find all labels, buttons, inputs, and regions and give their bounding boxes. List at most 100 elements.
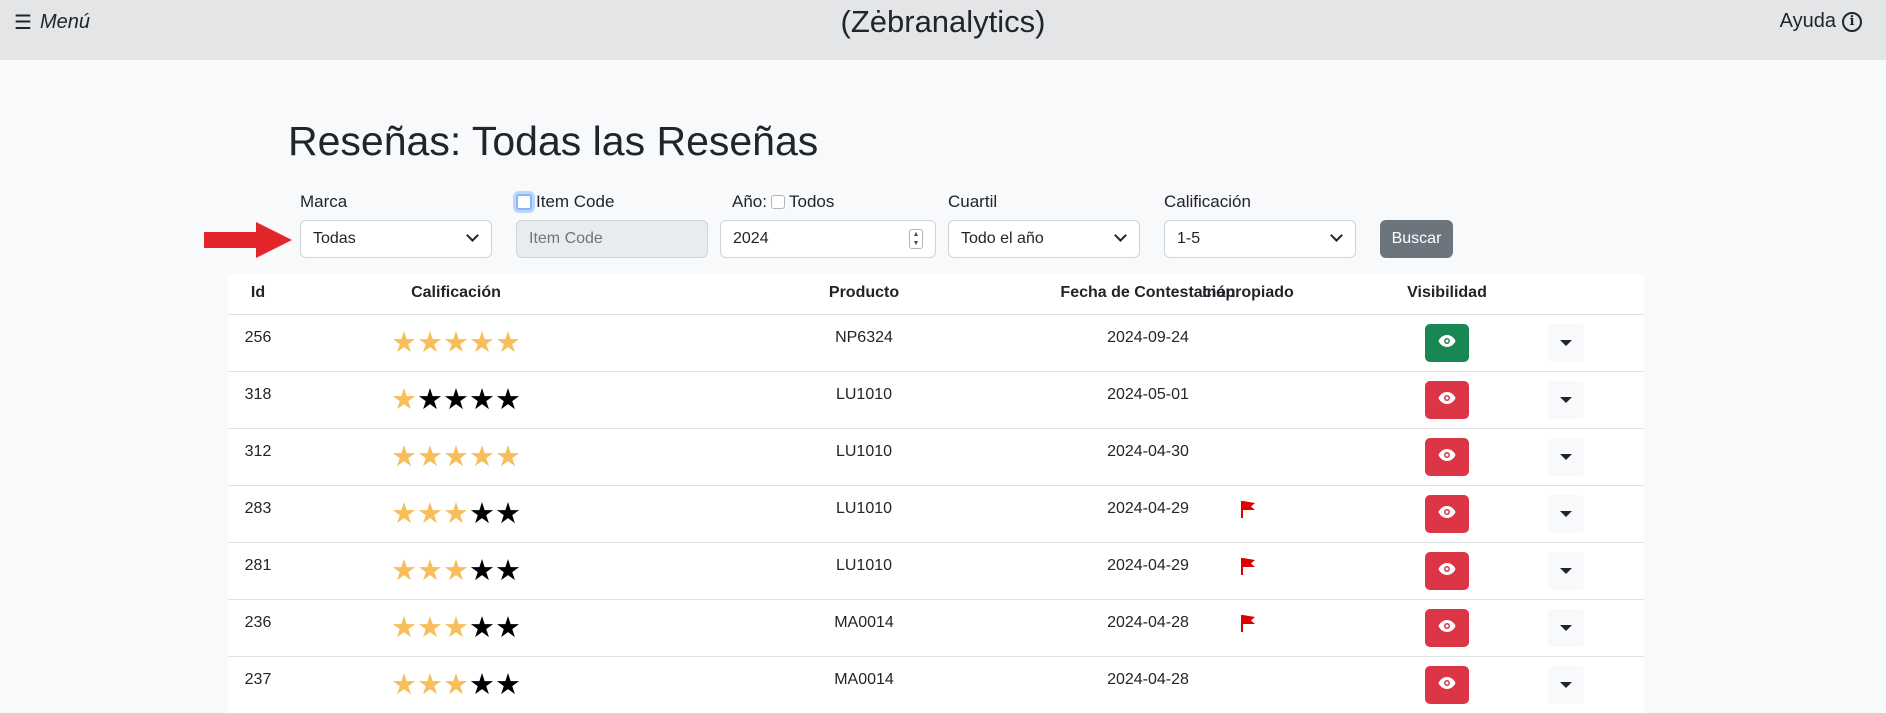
reviews-table: Id Calificación Producto Fecha de Contes… — [228, 274, 1644, 713]
cell-id: 318 — [244, 386, 272, 403]
star-icon: ★ — [391, 384, 417, 416]
red-arrow-icon — [204, 222, 292, 258]
header-producto: Producto — [828, 284, 900, 301]
caret-down-icon — [1560, 625, 1572, 631]
item-code-checkbox[interactable] — [516, 194, 532, 210]
star-icon: ★ — [417, 384, 443, 416]
cuartil-select[interactable]: Todo el año — [948, 220, 1140, 258]
visibility-toggle-button[interactable] — [1425, 552, 1469, 590]
eye-icon — [1438, 505, 1456, 523]
chevron-down-icon — [1330, 229, 1343, 242]
todos-label: Todos — [788, 192, 835, 211]
help-label: Ayuda — [1779, 10, 1836, 32]
star-icon: ★ — [469, 669, 495, 701]
cell-producto: LU1010 — [835, 500, 893, 517]
eye-icon — [1438, 562, 1456, 580]
table-row: 318 ★ ★ ★ ★ ★ LU1010 2024-05-01 — [228, 372, 1644, 429]
star-icon: ★ — [391, 555, 417, 587]
star-icon: ★ — [443, 327, 469, 359]
visibility-toggle-button[interactable] — [1425, 438, 1469, 476]
star-icon: ★ — [495, 384, 521, 416]
rating-stars: ★ ★ ★ ★ ★ — [391, 669, 521, 701]
cell-producto: LU1010 — [835, 386, 893, 403]
star-icon: ★ — [495, 441, 521, 473]
cell-fecha: 2024-09-24 — [1107, 329, 1189, 346]
todos-checkbox[interactable] — [770, 195, 785, 209]
cell-id: 236 — [244, 614, 272, 631]
table-row: 256 ★ ★ ★ ★ ★ NP6324 2024-09-24 — [228, 315, 1644, 372]
cell-producto: LU1010 — [835, 557, 893, 574]
caret-down-icon — [1560, 340, 1572, 346]
cuartil-label: Cuartil — [948, 192, 998, 211]
header-visibilidad: Visibilidad — [1407, 284, 1487, 301]
buscar-button[interactable]: Buscar — [1380, 220, 1453, 258]
eye-icon — [1438, 619, 1456, 637]
calificacion-select[interactable]: 1-5 — [1164, 220, 1356, 258]
star-icon: ★ — [469, 612, 495, 644]
row-actions-button[interactable] — [1548, 666, 1584, 704]
table-row: 281 ★ ★ ★ ★ ★ LU1010 2024-04-29 — [228, 543, 1644, 600]
marca-select[interactable]: Todas — [300, 220, 492, 258]
item-code-input[interactable]: Item Code — [516, 220, 708, 258]
cell-id: 237 — [244, 671, 272, 688]
header-calificacion: Calificación — [411, 284, 501, 301]
brand-title: (Zėbranalytics) — [840, 4, 1046, 39]
table-row: 237 ★ ★ ★ ★ ★ MA0014 2024-04-28 — [228, 657, 1644, 713]
info-icon: i — [1842, 11, 1862, 32]
visibility-toggle-button[interactable] — [1425, 609, 1469, 647]
rating-stars: ★ ★ ★ ★ ★ — [391, 612, 521, 644]
star-icon: ★ — [469, 555, 495, 587]
flag-icon — [1240, 614, 1256, 632]
menu-label: Menú — [39, 11, 90, 33]
visibility-toggle-button[interactable] — [1425, 381, 1469, 419]
row-actions-button[interactable] — [1548, 552, 1584, 590]
cell-fecha: 2024-04-28 — [1107, 671, 1189, 688]
header-id: Id — [250, 284, 266, 301]
row-actions-button[interactable] — [1548, 609, 1584, 647]
row-actions-button[interactable] — [1548, 495, 1584, 533]
star-icon: ★ — [469, 327, 495, 359]
flag-icon — [1240, 500, 1256, 518]
help-button[interactable]: Ayuda i — [1780, 10, 1862, 33]
cell-id: 281 — [244, 557, 272, 574]
row-actions-button[interactable] — [1548, 381, 1584, 419]
cell-id: 283 — [244, 500, 272, 517]
star-icon: ★ — [495, 612, 521, 644]
rating-stars: ★ ★ ★ ★ ★ — [391, 441, 521, 473]
star-icon: ★ — [443, 555, 469, 587]
cell-fecha: 2024-04-30 — [1107, 443, 1189, 460]
row-actions-button[interactable] — [1548, 324, 1584, 362]
star-icon: ★ — [495, 669, 521, 701]
caret-down-icon — [1560, 511, 1572, 517]
table-row: 283 ★ ★ ★ ★ ★ LU1010 2024-04-29 — [228, 486, 1644, 543]
visibility-toggle-button[interactable] — [1425, 666, 1469, 704]
table-header: Id Calificación Producto Fecha de Contes… — [228, 274, 1644, 315]
star-icon: ★ — [417, 669, 443, 701]
cell-id: 256 — [244, 329, 272, 346]
star-icon: ★ — [417, 612, 443, 644]
ano-input[interactable]: 2024 ▲ ▼ — [720, 220, 936, 258]
star-icon: ★ — [469, 498, 495, 530]
star-icon: ★ — [443, 612, 469, 644]
row-actions-button[interactable] — [1548, 438, 1584, 476]
hamburger-icon: ☰ — [14, 12, 32, 34]
cell-fecha: 2024-04-29 — [1107, 500, 1189, 517]
star-icon: ★ — [417, 555, 443, 587]
star-icon: ★ — [391, 327, 417, 359]
caret-down-icon — [1560, 568, 1572, 574]
visibility-toggle-button[interactable] — [1425, 495, 1469, 533]
menu-button[interactable]: ☰ Menú — [14, 10, 90, 35]
star-icon: ★ — [417, 498, 443, 530]
star-icon: ★ — [417, 441, 443, 473]
caret-down-icon — [1560, 682, 1572, 688]
rating-stars: ★ ★ ★ ★ ★ — [391, 384, 521, 416]
star-icon: ★ — [443, 669, 469, 701]
chevron-down-icon — [1114, 229, 1127, 242]
cell-id: 312 — [244, 443, 272, 460]
spinner-icon[interactable]: ▲ ▼ — [909, 229, 923, 249]
eye-icon — [1438, 334, 1456, 352]
flag-icon — [1240, 557, 1256, 575]
cell-producto: MA0014 — [834, 671, 894, 688]
rating-stars: ★ ★ ★ ★ ★ — [391, 498, 521, 530]
visibility-toggle-button[interactable] — [1425, 324, 1469, 362]
